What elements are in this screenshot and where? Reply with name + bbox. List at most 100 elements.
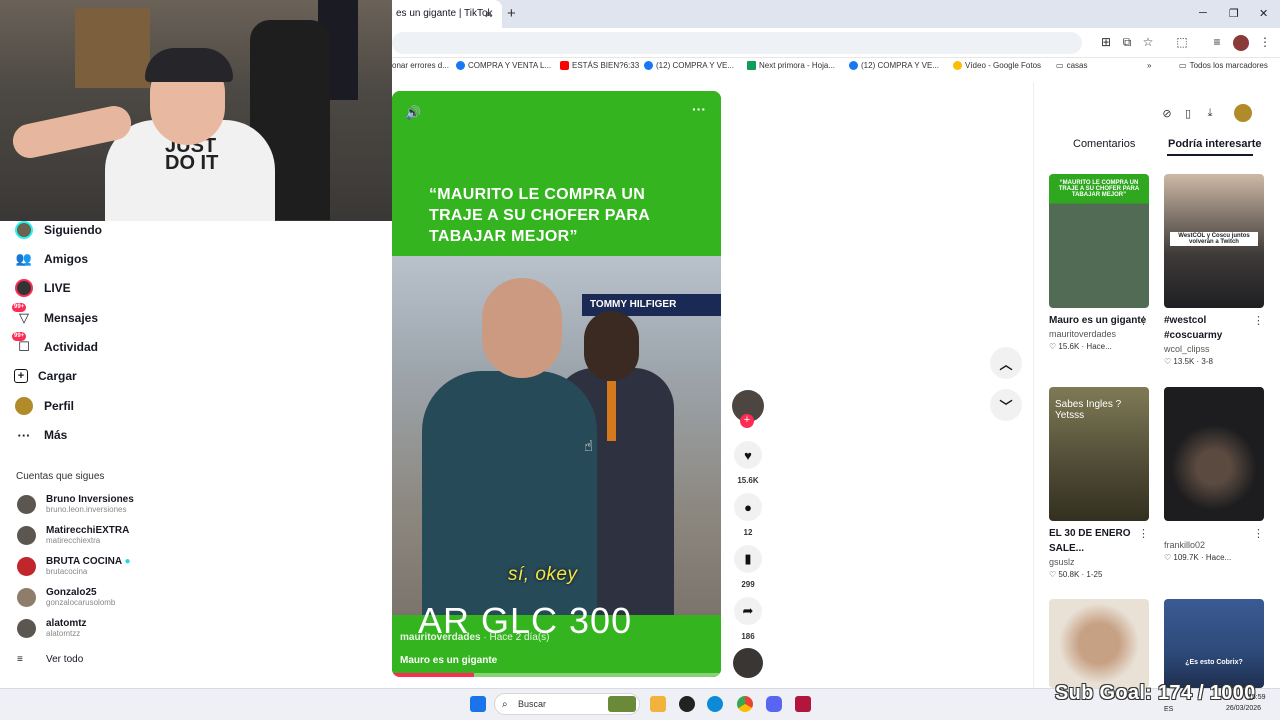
bookmark-item[interactable]: (12) COMPRA Y VE... (849, 61, 939, 70)
sidebar-item-friends[interactable]: 👥 Amigos (14, 248, 88, 270)
video-thumbnail[interactable]: WestCOL y Coscu juntos volverán a Twitch (1164, 174, 1264, 308)
sidebar-item-messages[interactable]: ▽ 99+ Mensajes (12, 303, 98, 329)
following-accounts-title: Cuentas que sigues (16, 471, 105, 482)
bookmark-item[interactable]: ESTÁS BIEN?6:33 (560, 61, 639, 70)
next-video-button[interactable]: ﹀ (990, 389, 1022, 421)
file-explorer-icon[interactable] (650, 696, 666, 712)
sheets-icon (747, 61, 756, 70)
edge-icon[interactable] (707, 696, 723, 712)
facebook-icon (644, 61, 653, 70)
media-icon[interactable]: ≡ (1209, 35, 1225, 51)
sidebar-item-following[interactable]: Siguiendo (14, 219, 102, 241)
suggested-video-card[interactable] (1049, 599, 1149, 688)
user-avatar[interactable] (1234, 104, 1252, 122)
suggested-video-card[interactable]: Sabes Ingles ? Yetsss ⋮ EL 30 DE ENERO S… (1049, 387, 1149, 579)
followed-account[interactable]: alatomtz alatomtzz (17, 615, 87, 641)
cast-icon[interactable]: ⧉ (1119, 35, 1135, 51)
followed-account[interactable]: Bruno Inversiones bruno.leon.inversiones (17, 491, 134, 517)
suggested-video-card[interactable]: ⋮ frankillo02 ♡ 109.7K · Hace... (1164, 387, 1264, 562)
video-thumbnail[interactable]: “MAURITO LE COMPRA UN TRAJE A SU CHOFER … (1049, 174, 1149, 308)
bookmarks-overflow[interactable]: » (1147, 61, 1151, 70)
followed-account[interactable]: Gonzalo25 gonzalocarusolomb (17, 584, 115, 610)
video-scene: TOMMY HILFIGER (392, 256, 721, 621)
taskbar-search-placeholder: Buscar (518, 699, 547, 709)
see-all-accounts[interactable]: ≡ Ver todo (17, 646, 83, 672)
clock-date[interactable]: 26/03/2026 (1226, 705, 1261, 712)
suggested-video-card[interactable]: “MAURITO LE COMPRA UN TRAJE A SU CHOFER … (1049, 174, 1149, 351)
video-thumbnail[interactable]: ¿Es esto Cobrix? (1164, 599, 1264, 688)
save-icon[interactable]: ▮ (734, 545, 762, 573)
comment-icon[interactable]: ● (734, 493, 762, 521)
menu-dots-icon[interactable]: ⋮ (1257, 35, 1273, 51)
search-highlight-icon (608, 696, 636, 712)
video-headline: “MAURITO LE COMPRA UN TRAJE A SU CHOFER … (429, 186, 650, 245)
extensions-icon[interactable]: ⬚ (1174, 35, 1190, 51)
card-more-icon[interactable]: ⋮ (1253, 314, 1264, 327)
music-disc-icon[interactable] (733, 648, 763, 678)
followed-account[interactable]: BRUTA COCINA ● brutacocina (17, 553, 131, 579)
sub-goal-overlay: Sub Goal: 174 / 1000 (1055, 682, 1256, 704)
volume-icon[interactable]: 🔊 (405, 105, 421, 121)
clock-time[interactable]: 15:59 (1248, 694, 1266, 701)
video-thumbnail[interactable] (1049, 599, 1149, 688)
tab-you-may-like[interactable]: Podría interesarte (1168, 138, 1262, 150)
suggested-video-card[interactable]: ¿Es esto Cobrix? (1164, 599, 1264, 688)
chrome-icon[interactable] (737, 696, 753, 712)
bookmarks-bar: onar errores d... COMPRA Y VENTA L... ES… (392, 58, 1280, 78)
card-more-icon[interactable]: ⋮ (1253, 527, 1264, 540)
bookmark-item[interactable]: (12) COMPRA Y VE... (644, 61, 734, 70)
save-count: 299 (741, 580, 755, 589)
card-more-icon[interactable]: ⋮ (1138, 314, 1149, 327)
device-icon[interactable]: ▯ (1181, 107, 1195, 121)
bookmark-item[interactable]: onar errores d... (392, 61, 449, 70)
youtube-icon (560, 61, 569, 70)
previous-video-button[interactable]: ︿ (990, 347, 1022, 379)
followed-account[interactable]: MatirecchiEXTRA matirecchiextra (17, 522, 129, 548)
discord-icon[interactable] (766, 696, 782, 712)
bookmark-item[interactable]: Vídeo - Google Fotos (953, 61, 1041, 70)
sidebar-item-profile[interactable]: Perfil (14, 395, 74, 417)
tab-comments[interactable]: Comentarios (1073, 138, 1135, 150)
verified-icon: ● (124, 556, 131, 567)
bookmark-star-icon[interactable]: ☆ (1140, 35, 1156, 51)
sidebar-item-more[interactable]: ··· Más (14, 424, 68, 446)
more-options-icon[interactable]: ··· (692, 101, 706, 117)
avatar (17, 525, 36, 545)
search-icon: ⌕ (502, 699, 508, 710)
folder-icon: ▭ (1056, 61, 1064, 70)
app-icon[interactable] (795, 696, 811, 712)
all-bookmarks-folder[interactable]: ▭ Todos los marcadores (1179, 61, 1268, 70)
profile-avatar-icon[interactable] (1233, 35, 1249, 51)
chevron-up-icon: ︿ (999, 356, 1013, 372)
url-field[interactable] (392, 32, 1082, 54)
windows-start-icon[interactable] (470, 696, 486, 712)
tab-close-icon[interactable]: ✕ (484, 8, 493, 21)
sidebar-item-live[interactable]: LIVE (14, 277, 71, 299)
video-progress-bar[interactable] (392, 673, 721, 677)
folder-icon: ▭ (1179, 61, 1187, 70)
video-player[interactable]: “MAURITO LE COMPRA UN TRAJE A SU CHOFER … (392, 91, 721, 677)
sidebar-item-activity[interactable]: ☐ 99+ Actividad (12, 332, 98, 358)
video-thumbnail[interactable]: Sabes Ingles ? Yetsss (1049, 387, 1149, 521)
follow-plus-icon[interactable]: + (740, 414, 754, 428)
live-icon (14, 278, 34, 298)
obs-icon[interactable] (679, 696, 695, 712)
bookmark-item[interactable]: Next primora - Hoja... (747, 61, 835, 70)
sidebar-item-upload[interactable]: + Cargar (14, 365, 77, 387)
like-icon[interactable]: ♥ (734, 441, 762, 469)
share-icon[interactable]: ➦ (734, 597, 762, 625)
new-tab-icon[interactable]: + (507, 5, 516, 22)
bookmark-item[interactable]: COMPRA Y VENTA L... (456, 61, 551, 70)
video-thumbnail[interactable] (1164, 387, 1264, 521)
download-icon[interactable]: ⤓ (1203, 107, 1217, 121)
language-indicator[interactable]: ES (1164, 706, 1173, 713)
compass-icon[interactable]: ⊘ (1160, 107, 1174, 121)
minimize-icon[interactable]: ─ (1199, 7, 1207, 19)
video-author-line[interactable]: mauritoverdades · Hace 2 día(s) (400, 632, 550, 643)
translate-icon[interactable]: ⊞ (1098, 35, 1114, 51)
suggested-video-card[interactable]: WestCOL y Coscu juntos volverán a Twitch… (1164, 174, 1264, 366)
close-window-icon[interactable]: ✕ (1259, 7, 1268, 20)
card-more-icon[interactable]: ⋮ (1138, 527, 1149, 540)
restore-icon[interactable]: ❐ (1229, 7, 1239, 20)
bookmark-folder[interactable]: ▭ casas (1056, 61, 1087, 70)
